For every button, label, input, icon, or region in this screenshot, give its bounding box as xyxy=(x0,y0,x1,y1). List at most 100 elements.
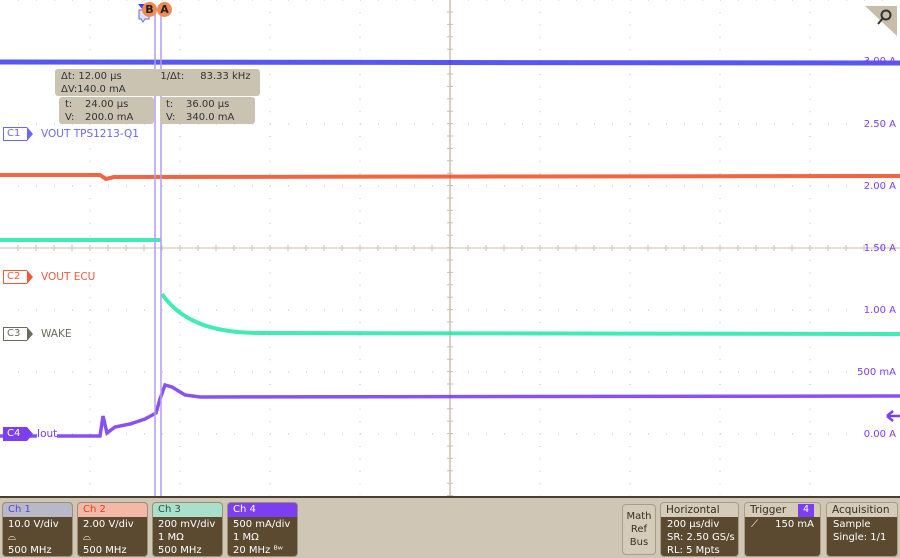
grid-dot xyxy=(702,433,703,435)
inv-delta-t-value: 83.33 kHz xyxy=(200,71,251,82)
grid-dot xyxy=(270,433,271,435)
grid-dot xyxy=(648,0,649,1)
cursor-a-t-value: 36.00 µs xyxy=(186,99,230,110)
grid-dot xyxy=(269,408,271,410)
grid-dot xyxy=(540,123,541,125)
channel-3-label[interactable]: C3 WAKE xyxy=(3,327,72,341)
channel-2-label[interactable]: C2 VOUT ECU xyxy=(3,270,95,284)
math-ref-bus-button[interactable]: Math Ref Bus xyxy=(622,504,656,555)
grid-dot xyxy=(359,49,361,51)
grid-dot xyxy=(629,260,631,261)
grid-dot xyxy=(504,371,505,373)
grid-dot xyxy=(179,160,181,162)
grid-dot xyxy=(468,371,469,373)
grid-dot xyxy=(89,421,91,423)
grid-dot xyxy=(809,322,811,323)
grid-dot xyxy=(539,384,541,385)
trigger-panel[interactable]: Trigger 4 ⟋ 150 mA xyxy=(744,502,821,557)
grid-dot xyxy=(432,309,433,311)
grid-dot xyxy=(809,198,811,199)
grid-dot xyxy=(809,384,811,385)
grid-dot xyxy=(809,148,811,150)
grid-dot xyxy=(539,346,541,348)
cursor-a-handle[interactable]: A xyxy=(157,2,172,17)
grid-dot xyxy=(36,123,37,125)
grid-dot xyxy=(522,309,523,311)
grid-dot xyxy=(360,185,361,187)
grid-dot xyxy=(864,0,865,1)
grid-dot xyxy=(810,0,811,1)
grid-dot xyxy=(234,185,235,187)
grid-dot xyxy=(629,272,631,274)
cursor-a-label: A xyxy=(160,3,169,16)
grid-dot xyxy=(719,36,721,38)
grid-dot xyxy=(539,458,541,460)
grid-dot xyxy=(359,284,361,286)
horizontal-panel[interactable]: Horizontal 200 µs/div SR: 2.50 GS/s RL: 5 … xyxy=(660,502,739,557)
grid-dot xyxy=(378,185,379,187)
acquisition-panel[interactable]: Acquisition Sample Single: 1/1 xyxy=(826,502,898,557)
cursor-b-handle[interactable]: B xyxy=(142,2,157,17)
channel-4-label[interactable]: C4 Iout xyxy=(3,427,58,441)
trigger-source-badge: 4 xyxy=(797,504,814,517)
sample-rate: SR: 2.50 GS/s xyxy=(667,532,735,543)
grid-dot xyxy=(522,185,523,187)
grid-dot xyxy=(756,371,757,373)
grid-dot xyxy=(162,309,163,311)
grid-dot xyxy=(629,421,631,423)
grid-dot xyxy=(846,309,847,311)
grid-dot xyxy=(576,309,577,311)
grid-dot xyxy=(162,433,163,435)
grid-dot xyxy=(359,235,361,237)
grid-dot xyxy=(89,160,91,162)
grid-dot xyxy=(594,433,595,435)
grid-dot xyxy=(179,384,181,385)
grid-dot xyxy=(719,111,721,113)
grid-dot xyxy=(179,222,181,224)
channel-3-settings[interactable]: Ch 3 200 mV/div 1 MΩ 500 MHz xyxy=(152,502,223,557)
grid-dot xyxy=(809,260,811,261)
grid-dot xyxy=(594,123,595,125)
channel-3-bandwidth: 500 MHz xyxy=(158,545,202,556)
horizontal-scale: 200 µs/div xyxy=(667,519,720,530)
grid-dot xyxy=(539,86,541,88)
grid-dot xyxy=(359,210,361,212)
grid-dot xyxy=(18,371,19,373)
grid-dot xyxy=(89,24,91,26)
grid-dot xyxy=(774,0,775,1)
channel-1-settings[interactable]: Ch 1 10.0 V/div ⌓ 500 MHz xyxy=(2,502,73,557)
grid-dot xyxy=(612,185,613,187)
grid-dot xyxy=(89,334,91,336)
grid-dot xyxy=(180,0,181,1)
channel-2-settings[interactable]: Ch 2 2.00 V/div ⌓ 500 MHz xyxy=(77,502,148,557)
grid-dot xyxy=(539,148,541,150)
grid-dot xyxy=(90,0,91,1)
grid-dot xyxy=(846,185,847,187)
waveform-display[interactable]: B A Δt: 12.00 µs 1/Δt: 83.33 kHz ΔV: 140.0 … xyxy=(0,0,900,496)
grid-dot xyxy=(269,284,271,286)
grid-dot xyxy=(719,408,721,410)
grid-dot xyxy=(540,309,541,311)
grid-dot xyxy=(180,433,181,435)
grid-dot xyxy=(179,322,181,323)
grid-dot xyxy=(810,185,811,187)
grid-dot xyxy=(539,136,541,137)
grid-dot xyxy=(198,185,199,187)
grid-dot xyxy=(269,49,271,51)
channel-1-label[interactable]: C1 VOUT TPS1213-Q1 xyxy=(3,127,139,141)
grid-dot xyxy=(809,458,811,460)
grid-dot xyxy=(630,309,631,311)
grid-dot xyxy=(540,433,541,435)
grid-dot xyxy=(359,384,361,385)
grid-dot xyxy=(629,98,631,100)
grid-dot xyxy=(378,123,379,125)
grid-dot xyxy=(576,433,577,435)
zoom-button[interactable] xyxy=(865,6,897,36)
channel-1-title: Ch 1 xyxy=(3,503,72,517)
cursor-b-v-value: 200.0 mA xyxy=(85,112,134,123)
grid-dot xyxy=(738,123,739,125)
channel-4-settings[interactable]: Ch 4 500 mA/div 1 MΩ 20 MHz ᴮʷ xyxy=(227,502,298,557)
grid-dot xyxy=(468,433,469,435)
cursor-a-v-label: V: xyxy=(166,112,176,123)
grid-dot xyxy=(179,260,181,261)
